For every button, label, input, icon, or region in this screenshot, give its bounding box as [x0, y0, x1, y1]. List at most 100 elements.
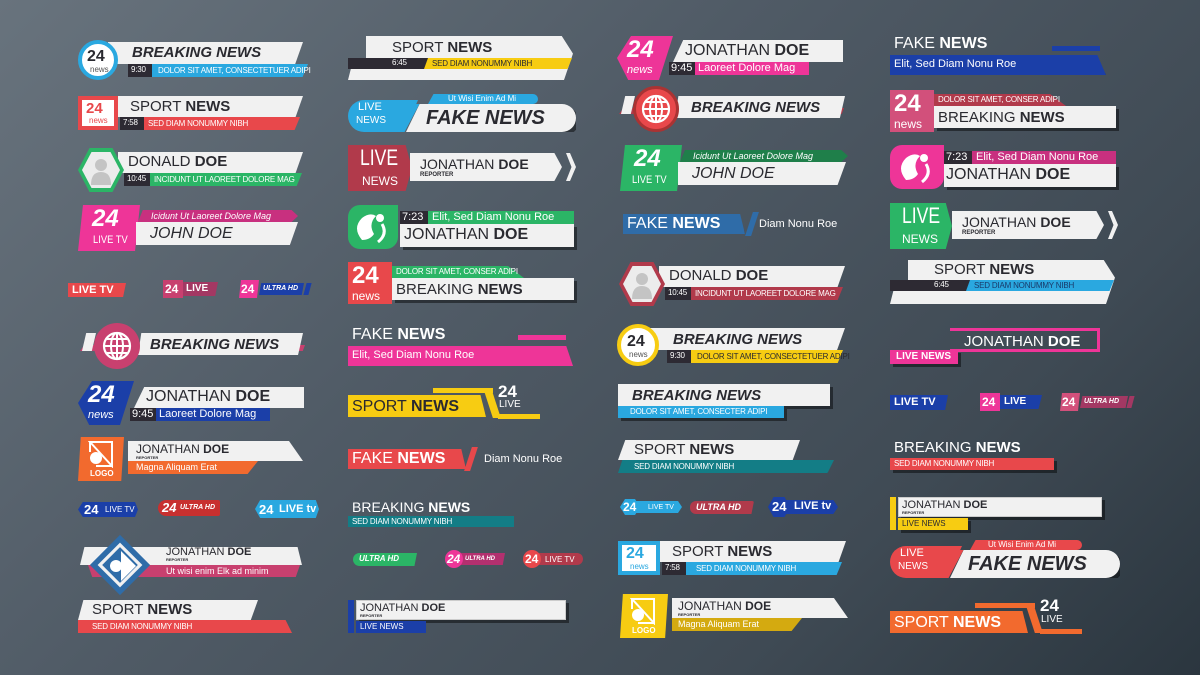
subtitle: LIVE NEWS: [902, 519, 946, 528]
badge-live-tv: LIVE TV: [93, 234, 128, 246]
timestamp: 9:45: [669, 62, 695, 75]
headline: FAKE NEWS: [426, 107, 545, 129]
headline: FAKE NEWS: [352, 450, 446, 467]
headline: FAKE NEWS: [894, 35, 988, 52]
lower-third-donald-doe-green: 10:45 INCIDUNT UT LAOREET DOLORE MAG DON…: [78, 148, 308, 192]
subtitle: DOLOR SIT AMET, CONSECTETUER ADIPI: [158, 66, 311, 75]
aside-text: Diam Nonu Roe: [484, 453, 563, 465]
badge-news: news: [88, 409, 114, 421]
subtitle: SED DIAM NONUMMY NIBH: [696, 564, 797, 573]
subtitle: DOLOR SIT AMET, CONSER ADIPI: [938, 95, 1060, 104]
badge-live: LIVE: [358, 101, 382, 113]
tag-24-ultra-hd-red: 24 ULTRA HD: [158, 500, 220, 516]
lower-third-breaking-news-blue: 9:30 DOLOR SIT AMET, CONSECTETUER ADIPI …: [78, 40, 311, 80]
lower-third-jonathan-doe-yellow-logo: LOGO JONATHAN DOE REPORTER Magna Aliquam…: [620, 594, 852, 640]
lower-third-fake-news-red: FAKE NEWS Diam Nonu Roe: [348, 447, 580, 473]
headline: BREAKING NEWS: [632, 387, 762, 404]
badge-news: NEWS: [356, 115, 386, 126]
lower-third-fake-news-blue-pill: Ut Wisi Enim Ad Mi LIVE NEWS FAKE NEWS: [348, 94, 580, 134]
headline: DONALD DOE: [128, 153, 228, 170]
role: REPORTER: [360, 613, 383, 618]
subtitle: SED DIAM NONUMMY NIBH: [974, 281, 1075, 290]
badge-24: 24: [626, 545, 644, 562]
lower-third-sport-news-yellow: SPORT NEWS 6:45 SED DIAM NONUMMY NIBH: [348, 36, 578, 82]
tag-24-live: 24 LIVE: [163, 280, 218, 298]
tag-ultra-hd-maroon: ULTRA HD: [690, 501, 754, 514]
news-lower-thirds-sheet: { "colors": { "blue": "#2aa8e0", "red": …: [0, 0, 1200, 675]
subtitle: SED DIAM NONUMMY NIBH: [634, 462, 735, 471]
lower-third-breaking-news-yellow: 9:30 DOLOR SIT AMET, CONSECTETUER ADIPI …: [617, 322, 850, 366]
lower-third-jonathan-doe-diamond: JONATHAN DOE REPORTER Ut wisi enim Elk a…: [78, 534, 308, 597]
logo-label: LOGO: [90, 469, 114, 478]
badge-news: news: [89, 116, 108, 125]
subtitle: Elit, Sed Diam Nonu Roe: [894, 58, 1017, 70]
brand-drop-icon: [901, 154, 930, 184]
lower-third-sport-news-red: 24 news 7:58 SED DIAM NONUMMY NIBH SPORT…: [78, 96, 308, 132]
tag-24-live-tv-blue: 24 LIVE tv: [255, 500, 319, 518]
person-icon: [91, 159, 111, 185]
badge-24: 24: [894, 90, 921, 117]
headline: FAKE NEWS: [627, 215, 721, 232]
lower-third-donald-doe-maroon: 10:45 INCIDUNT UT LAOREET DOLORE MAG DON…: [619, 262, 851, 306]
subtitle: Ut Wisi Enim Ad Mi: [988, 540, 1057, 549]
headline: JONATHAN DOE: [146, 388, 271, 405]
subtitle: SED DIAM NONUMMY NIBH: [432, 59, 533, 68]
timestamp: 6:45: [890, 280, 970, 291]
lower-third-fake-news-blue: FAKE NEWS Diam Nonu Roe: [623, 212, 855, 238]
role: REPORTER: [962, 230, 996, 236]
badge-live: LIVE: [902, 203, 941, 228]
lower-third-breaking-news-teal: BREAKING NEWS SED DIAM NONUMMY NIBH: [348, 498, 580, 530]
subtitle: Icidunt Ut Laoreet Dolore Mag: [693, 151, 814, 161]
lower-third-john-doe-green: 24 LIVE TV Icidunt Ut Laoreet Dolore Mag…: [620, 145, 852, 191]
lower-third-breaking-news-pink-maroon: 24 news DOLOR SIT AMET, CONSER ADIPI BRE…: [890, 90, 1122, 132]
badge-live: LIVE: [499, 399, 521, 410]
headline: SPORT NEWS: [672, 543, 773, 560]
timestamp: 9:30: [667, 350, 691, 363]
subtitle: Ut wisi enim Elk ad minim: [166, 566, 269, 576]
tag-ultra-hd-green: ULTRA HD: [353, 553, 417, 566]
headline: JONATHAN DOE: [962, 214, 1071, 230]
subtitle: SED DIAM NONUMMY NIBH: [148, 119, 249, 128]
headline: DONALD DOE: [669, 267, 769, 284]
lower-third-jonathan-doe-yellow-bar: JONATHAN DOE REPORTER LIVE NEWS: [890, 497, 1122, 533]
logo-icon: [88, 441, 113, 468]
subtitle: LIVE NEWS: [896, 351, 952, 362]
role: REPORTER: [902, 510, 925, 515]
subtitle: DOLOR SIT AMET, CONSER ADIPI: [396, 267, 518, 276]
tag-24-live-tv-navy-hex: 24 LIVE tv: [768, 497, 840, 517]
tag-24-ultra-hd-pink: 24 ULTRA HD: [1060, 393, 1138, 411]
badge-news: news: [630, 562, 649, 571]
headline: JONATHAN DOE: [136, 442, 230, 456]
subtitle: Laoreet Dolore Mag: [698, 62, 796, 74]
lower-third-fake-news-pink: FAKE NEWS Elit, Sed Diam Nonu Roe: [348, 325, 580, 371]
headline: FAKE NEWS: [968, 553, 1087, 575]
subtitle: INCIDUNT UT LAOREET DOLORE MAG: [695, 289, 836, 298]
subtitle: INCIDUNT UT LAOREET DOLORE MAG: [154, 175, 295, 184]
lower-third-sport-news-teal: SPORT NEWS SED DIAM NONUMMY NIBH: [618, 440, 850, 476]
badge-24: 24: [92, 205, 119, 232]
subtitle: LIVE NEWS: [360, 622, 404, 631]
tag-24-ultra-hd-magenta: 24 ULTRA HD: [445, 550, 507, 568]
headline: BREAKING NEWS: [938, 109, 1065, 126]
role: REPORTER: [678, 612, 701, 617]
lower-third-breaking-news-light-blue: BREAKING NEWS DOLOR SIT AMET, CONSECTER …: [618, 384, 850, 420]
lower-third-breaking-news-globe-pink: BREAKING NEWS: [78, 323, 308, 369]
globe-icon: [102, 331, 132, 361]
badge-news: NEWS: [362, 174, 398, 188]
badge-24: 24: [86, 100, 103, 117]
timestamp: 7:23: [400, 211, 428, 224]
badge-24-news: 24 news: [78, 40, 118, 80]
tag-24-live-tv-red: 24 LIVE TV: [523, 550, 585, 568]
tag-live-tv-navy: LIVE TV: [890, 395, 948, 410]
badge-news: NEWS: [898, 561, 928, 572]
subtitle: Icidunt Ut Laoreet Dolore Mag: [151, 211, 272, 221]
headline: SPORT NEWS: [934, 261, 1035, 278]
timestamp: 10:45: [665, 287, 691, 300]
headline: BREAKING NEWS: [150, 336, 280, 353]
lower-third-jonathan-doe-navy-bar: JONATHAN DOE REPORTER LIVE NEWS: [348, 600, 580, 636]
headline: JOHN DOE: [692, 165, 775, 182]
lower-third-jonathan-doe-pink-drop: 7:23 Elit, Sed Diam Nonu Roe JONATHAN DO…: [890, 145, 1122, 189]
logo-icon: [630, 598, 655, 625]
badge-24-news: 24 news: [617, 324, 659, 366]
subtitle: Ut Wisi Enim Ad Mi: [448, 94, 517, 103]
